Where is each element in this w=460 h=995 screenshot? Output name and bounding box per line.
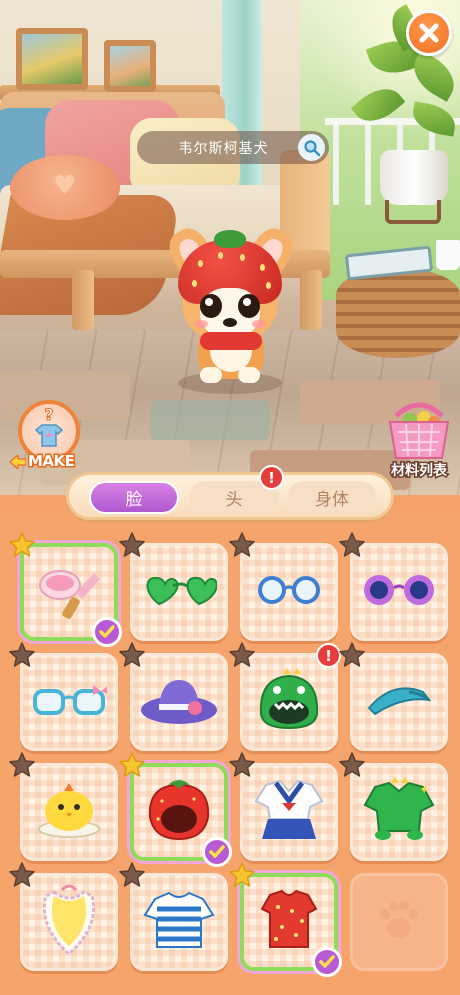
tab-head-alert-badge: ! (259, 465, 284, 490)
checkmark-icon (312, 947, 342, 977)
pet-paw (238, 367, 260, 383)
basket-icon (388, 402, 450, 459)
arrow-left-icon (10, 455, 26, 469)
red-polka-vest-icon (256, 887, 322, 957)
teal-visor-icon (363, 678, 435, 726)
strawberry-hood-icon (144, 777, 214, 847)
cyan-bow-glasses-icon (31, 681, 109, 723)
makeup-brush-icon (34, 555, 104, 629)
pet-name-bar[interactable]: 韦尔斯柯基犬 (137, 131, 329, 164)
dark-star-icon (338, 751, 366, 779)
tab-body-label: 身体 (315, 490, 349, 510)
pet-collar (200, 332, 262, 350)
pet-cheek (252, 320, 266, 328)
sofa-leg (72, 270, 94, 330)
dark-star-icon (8, 641, 36, 669)
sailor-uniform-icon (252, 775, 326, 849)
materials-list-button[interactable]: 材料列表 (384, 398, 454, 481)
landscape-picture-frame (104, 40, 156, 92)
close-icon (419, 23, 439, 43)
paw-icon (373, 894, 425, 950)
dark-star-icon (228, 531, 256, 559)
heart-pillow: ♥ (10, 155, 120, 220)
tab-face-label: 脸 (125, 490, 143, 510)
blue-round-glasses-icon (254, 573, 324, 611)
materials-list-label: 材料列表 (390, 462, 449, 481)
gold-star-icon (118, 751, 146, 779)
mug (436, 240, 460, 270)
sofa-leg (300, 270, 322, 330)
wardrobe-panel: ! (0, 510, 460, 995)
search-icon[interactable] (298, 134, 325, 161)
gold-star-icon (228, 861, 256, 889)
pet-eye (238, 294, 260, 318)
green-dino-costume-icon (361, 775, 437, 849)
category-tabs: 脸 头 身体 ! (66, 465, 394, 520)
tab-head-label: 头 (225, 490, 243, 510)
make-button[interactable]: ? MAKE (10, 400, 90, 472)
purple-sun-hat-icon (139, 672, 219, 732)
green-heart-glasses-icon (141, 570, 218, 614)
dark-star-icon (338, 641, 366, 669)
green-dino-hood-icon (253, 668, 325, 736)
pet-cheek (194, 320, 208, 328)
dark-star-icon (228, 641, 256, 669)
pet-eye (200, 294, 222, 318)
heart-icon: ♥ (53, 171, 77, 201)
plant-stand (385, 200, 441, 224)
purple-flower-glasses-icon (361, 570, 437, 614)
svg-text:?: ? (44, 405, 53, 424)
item-slot-empty-slot[interactable] (350, 873, 448, 971)
room-scene: ♥ 韦尔斯柯基犬 ? MAKE 材料列表 (0, 0, 460, 495)
plant-pot (380, 150, 448, 205)
tab-face[interactable]: 脸 (89, 481, 179, 514)
alert-glyph: ! (268, 468, 275, 487)
dark-star-icon (8, 861, 36, 889)
dark-star-icon (338, 531, 366, 559)
tab-body[interactable]: 身体 (287, 481, 377, 514)
sunflower-picture-frame (16, 28, 88, 90)
pet-paw (200, 367, 222, 383)
alert-glyph: ! (325, 646, 332, 665)
blue-striped-shirt-icon (143, 889, 215, 955)
pet-name: 韦尔斯柯基犬 (178, 140, 269, 157)
make-label: MAKE (26, 451, 76, 472)
dark-star-icon (228, 751, 256, 779)
close-button[interactable] (406, 10, 452, 56)
yellow-chick-hat-icon (34, 779, 104, 845)
dark-star-icon (118, 861, 146, 889)
dark-star-icon (118, 641, 146, 669)
corgi-pet[interactable] (162, 222, 300, 394)
wicker-stool (336, 268, 460, 358)
gold-star-icon (8, 531, 36, 559)
dark-star-icon (8, 751, 36, 779)
dark-star-icon (118, 531, 146, 559)
yellow-bib-icon (36, 882, 102, 962)
strawberry-leaf (214, 230, 246, 248)
pet-nose (223, 318, 237, 327)
